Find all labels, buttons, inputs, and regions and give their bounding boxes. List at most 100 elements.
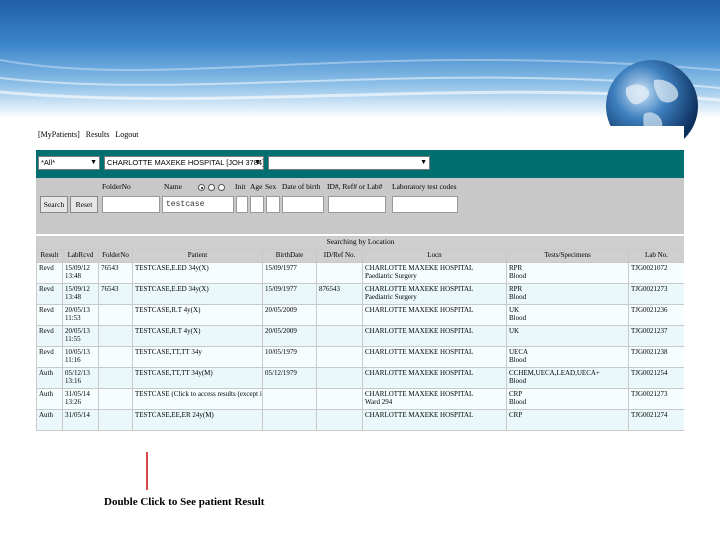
locn2-text: Paediatric Surgery — [365, 272, 417, 280]
rcvd1-text[interactable]: 15/09/12 — [65, 285, 90, 293]
column-header[interactable]: Lab No. — [627, 249, 684, 263]
rcvd2-text[interactable]: 13:48 — [65, 272, 81, 280]
label-init: Init — [235, 182, 246, 191]
table-row[interactable]: Auth 05/12/13 13:16 TESTCASE,TT,TT 34y(M) 05… — [36, 367, 684, 389]
lab-text[interactable]: TJG0021274 — [631, 411, 668, 419]
name-radio-3[interactable] — [218, 184, 225, 191]
name-input[interactable]: testcase — [162, 196, 234, 213]
rcvd2-text[interactable]: 13:26 — [65, 398, 81, 406]
label-age: Age — [250, 182, 263, 191]
table-row[interactable]: Auth 31/05/14 TESTCASE,EE,ER 24y(M) CHARLOT… — [36, 409, 684, 431]
patient-text[interactable]: TESTCASE — [135, 390, 170, 398]
table-row[interactable]: Revd 10/05/13 11:16 TESTCASE,TT,TT 34y 10/05… — [36, 346, 684, 368]
folderno-cell — [98, 388, 133, 410]
lab-text[interactable]: TJG0021238 — [631, 348, 668, 356]
lab-text[interactable]: TJG0021237 — [631, 327, 668, 335]
rcvd1-text[interactable]: 20/05/13 — [65, 306, 90, 314]
id-input[interactable] — [328, 196, 386, 213]
lab-text[interactable]: TJG0021273 — [631, 390, 668, 398]
reset-button[interactable]: Reset — [70, 196, 98, 213]
age-input[interactable] — [250, 196, 264, 213]
init-input[interactable] — [236, 196, 248, 213]
table-caption: Searching by Location — [36, 236, 684, 250]
rcvd1-text[interactable]: 20/05/13 — [65, 327, 90, 335]
lab-text[interactable]: TJG0021273 — [631, 285, 668, 293]
labno-cell: TJG0021236 — [627, 304, 684, 326]
table-row[interactable]: Revd 20/05/13 11:55 TESTCASE,R.T 4y(X) 20/05… — [36, 325, 684, 347]
tests2-text: Blood — [509, 377, 527, 385]
rcvd1-text[interactable]: 10/05/13 — [65, 348, 90, 356]
table-row[interactable]: Revd 15/09/12 13:48 76543 TESTCASE,E.ED 34y(… — [36, 283, 684, 305]
result-text: Revd — [39, 327, 54, 335]
patient-text[interactable]: TESTCASE,E.ED 34y(X) — [135, 264, 209, 272]
hospital-select[interactable]: CHARLOTTE MAXEKE HOSPITAL [JOH 3784] ▼ — [104, 156, 264, 170]
menu-results[interactable]: Results — [86, 130, 110, 139]
tests1-text: RPR — [509, 285, 523, 293]
patient-text[interactable]: TESTCASE,TT,TT 34y(M) — [135, 369, 213, 377]
locn1-text: CHARLOTTE MAXEKE HOSPITAL — [365, 390, 474, 398]
idref-cell — [316, 304, 363, 326]
tests-input[interactable] — [392, 196, 458, 213]
hospital-select-value: CHARLOTTE MAXEKE HOSPITAL [JOH 3784] — [107, 158, 264, 167]
dob-input[interactable] — [282, 196, 324, 213]
rcvd2-text[interactable]: 13:16 — [65, 377, 81, 385]
column-header[interactable]: LabRcvd — [62, 249, 99, 263]
tests1-text: UECA — [509, 348, 529, 356]
rcvd2-text[interactable]: 11:55 — [65, 335, 81, 343]
column-header[interactable]: BirthDate — [262, 249, 317, 263]
rcvd1-text[interactable]: 05/12/13 — [65, 369, 90, 377]
column-header[interactable]: Result — [36, 249, 63, 263]
sex-input[interactable] — [266, 196, 280, 213]
patient-text[interactable]: TESTCASE,R.T 4y(X) — [135, 327, 200, 335]
tests-cell: UK — [506, 325, 629, 347]
column-header[interactable]: Patient — [132, 249, 263, 263]
patient-text[interactable]: TESTCASE,R.T 4y(X) — [135, 306, 200, 314]
name-radio-2[interactable] — [208, 184, 215, 191]
patient-cell: TESTCASE,TT,TT 34y — [132, 346, 263, 368]
search-button[interactable]: Search — [40, 196, 68, 213]
table-row[interactable]: Auth 31/05/14 13:26 TESTCASE (Click to acce… — [36, 388, 684, 410]
labrcvd-cell: 20/05/13 11:55 — [62, 325, 99, 347]
locn2-text: Paediatric Surgery — [365, 293, 417, 301]
rcvd1-text[interactable]: 31/05/14 — [65, 411, 90, 419]
tests-cell: CCHEM,UECA,LEAD,UECA+ Blood — [506, 367, 629, 389]
table-row[interactable]: Revd 15/09/12 13:48 76543 TESTCASE,E.ED 34y(… — [36, 262, 684, 284]
label-tests: Laboratory test codes — [392, 182, 457, 191]
patient-text[interactable]: TESTCASE,E.ED 34y(X) — [135, 285, 209, 293]
rcvd2-text[interactable]: 13:48 — [65, 293, 81, 301]
lab-text[interactable]: TJG0021236 — [631, 306, 668, 314]
chevron-down-icon: ▼ — [90, 159, 97, 166]
idref-cell — [316, 367, 363, 389]
location-cell: CHARLOTTE MAXEKE HOSPITAL Ward 294 — [362, 388, 507, 410]
patient-text[interactable]: TESTCASE,EE,ER 24y(M) — [135, 411, 214, 419]
folderno-cell: 76543 — [98, 283, 133, 305]
tests2-text: Blood — [509, 398, 527, 406]
patient-cell: TESTCASE,TT,TT 34y(M) — [132, 367, 263, 389]
column-header[interactable]: FolderNo — [98, 249, 133, 263]
rcvd2-text[interactable]: 11:53 — [65, 314, 81, 322]
lab-text[interactable]: TJG0021254 — [631, 369, 668, 377]
rcvd1-text[interactable]: 15/09/12 — [65, 264, 90, 272]
column-header[interactable]: Locn — [362, 249, 507, 263]
patient-text[interactable]: TESTCASE,TT,TT 34y — [135, 348, 202, 356]
tests2-text: Blood — [509, 293, 527, 301]
lab-text[interactable]: TJG0021072 — [631, 264, 668, 272]
labno-cell: TJG0021072 — [627, 262, 684, 284]
name-radio-1[interactable] — [198, 184, 205, 191]
location-cell: CHARLOTTE MAXEKE HOSPITAL Paediatric Surg… — [362, 283, 507, 305]
rcvd2-text[interactable]: 11:16 — [65, 356, 81, 364]
column-header[interactable]: ID/Ref No. — [316, 249, 363, 263]
column-header[interactable]: Tests/Specimens — [506, 249, 629, 263]
folderno-cell — [98, 325, 133, 347]
location-select[interactable]: ▼ — [268, 156, 430, 170]
status-select[interactable]: *All* ▼ — [38, 156, 100, 170]
menu-logout[interactable]: Logout — [115, 130, 138, 139]
menu-mypatients[interactable]: [MyPatients] — [38, 130, 80, 139]
folderno-input[interactable] — [102, 196, 160, 213]
rcvd1-text[interactable]: 31/05/14 — [65, 390, 90, 398]
table-row[interactable]: Revd 20/05/13 11:53 TESTCASE,R.T 4y(X) 20/05… — [36, 304, 684, 326]
labno-cell: TJG0021254 — [627, 367, 684, 389]
folder-text[interactable]: 76543 — [101, 285, 119, 293]
locn1-text: CHARLOTTE MAXEKE HOSPITAL — [365, 411, 474, 419]
folder-text[interactable]: 76543 — [101, 264, 119, 272]
